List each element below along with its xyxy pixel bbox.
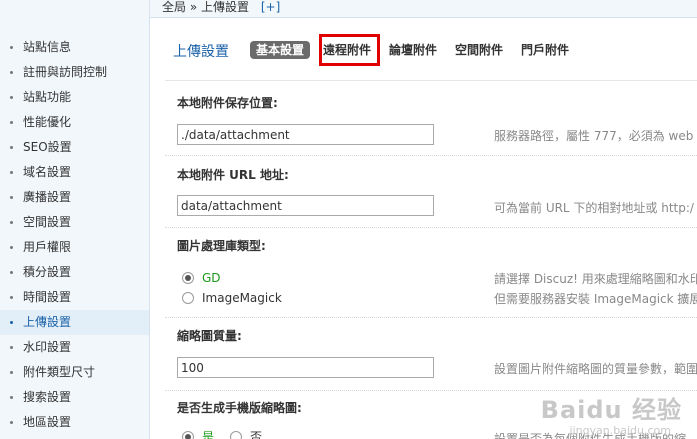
sidebar-item-label: 站點信息 [23,40,72,54]
sidebar-item[interactable]: 附件類型尺寸 [0,360,149,385]
sidebar-item-label: 上傳設置 [23,315,72,329]
breadcrumb-separator: » [189,0,198,14]
local-path-input[interactable] [177,124,434,145]
sidebar-item-label: 積分設置 [23,265,72,279]
sidebar-item[interactable]: 搜索設置 [0,385,149,410]
page-title: 上傳設置 [173,44,229,60]
sidebar-menu: 站點信息註冊與訪問控制 站點功能性能優化 SEO設置域名設置廣播設置空間設置用戶權限… [0,0,149,435]
image-lib-tip-2: 但需要服務器安裝 ImageMagick 擴展 [494,292,697,306]
radio-no-label: 否 [250,430,263,439]
sidebar-item-label: 空間設置 [23,215,72,229]
local-url-label: 本地附件 URL 地址: [177,168,289,182]
sidebar-item-label: 用戶權限 [23,240,72,254]
sidebar-item[interactable]: 空間設置 [0,210,149,235]
local-url-tip: 可為當前 URL 下的相對地址或 http:/ [494,201,694,215]
highlight-box [319,34,380,66]
sidebar-item-label: SEO設置 [23,140,72,154]
image-lib-label: 圖片處理庫類型: [177,239,266,253]
sidebar-item-label: 水印設置 [23,340,72,354]
sidebar-item[interactable]: 積分設置 [0,260,149,285]
sidebar-item-label: 註冊與訪問控制 [23,65,108,79]
radio-gd[interactable]: GD [182,271,221,285]
local-url-input[interactable] [177,195,434,216]
bullet-icon [10,396,13,399]
local-path-label: 本地附件保存位置: [177,96,278,110]
thumb-quality-input[interactable] [177,357,434,378]
bullet-icon [10,371,13,374]
bullet-icon [10,346,13,349]
tab-portal-attachment[interactable]: 門戶附件 [521,41,569,59]
sidebar-item[interactable]: 註冊與訪問控制 [0,60,149,85]
bullet-icon [10,221,13,224]
radio-selected-icon[interactable] [182,272,194,284]
radio-gd-label: GD [202,271,221,285]
radio-no[interactable]: 否 [230,428,262,439]
bullet-icon [10,421,13,424]
bullet-icon [10,246,13,249]
baidu-watermark-logo: Baidu 经验 [540,396,682,424]
breadcrumb: 全局 » 上傳設置 [+] [162,0,280,15]
sidebar-item-label: 域名設置 [23,165,72,179]
bullet-icon [10,321,13,324]
row-divider [165,155,697,156]
radio-unselected-icon[interactable] [182,292,194,304]
radio-yes[interactable]: 是 [182,428,214,439]
bullet-icon [10,296,13,299]
thumb-quality-tip: 設置圖片附件縮略圖的質量參數，範圍 [494,362,697,376]
radio-imagemagick[interactable]: ImageMagick [182,291,282,305]
sidebar-item[interactable]: 域名設置 [0,160,149,185]
sidebar-item[interactable]: 用戶權限 [0,235,149,260]
breadcrumb-home[interactable]: 全局 [162,0,186,14]
sidebar-item-label: 地區設置 [23,415,72,429]
breadcrumb-bar: 全局 » 上傳設置 [+] [150,0,697,18]
sidebar-item-label: 時間設置 [23,290,72,304]
bullet-icon [10,121,13,124]
tab-basic-settings[interactable]: 基本設置 [250,41,311,59]
sidebar-item[interactable]: 廣播設置 [0,185,149,210]
image-lib-tip-1: 請選擇 Discuz! 用來處理縮略圖和水印 [494,272,697,286]
sidebar: 站點信息註冊與訪問控制 站點功能性能優化 SEO設置域名設置廣播設置空間設置用戶權限… [0,0,150,439]
bullet-icon [10,146,13,149]
thumb-quality-label: 縮略圖質量: [177,329,242,343]
sidebar-item-label: 性能優化 [23,115,72,129]
radio-unselected-icon[interactable] [230,431,242,439]
bullet-icon [10,196,13,199]
sidebar-item[interactable]: 站點功能 [0,85,149,110]
bullet-icon [10,46,13,49]
tab-space-attachment[interactable]: 空間附件 [455,41,503,59]
row-divider [165,227,697,228]
row-divider [165,317,697,318]
bullet-icon [10,271,13,274]
breadcrumb-current: 上傳設置 [201,0,250,14]
sidebar-item-label: 附件類型尺寸 [23,365,96,379]
header-divider [165,80,697,81]
baidu-watermark-url: jingyan.baidu.com [569,424,671,437]
mobile-thumb-label: 是否生成手機版縮略圖: [177,401,302,415]
sidebar-item-label: 站點功能 [23,90,72,104]
sidebar-item[interactable]: SEO設置 [0,135,149,160]
radio-yes-label: 是 [202,430,215,439]
sidebar-item[interactable]: 地區設置 [0,410,149,435]
bullet-icon [10,171,13,174]
sidebar-item[interactable]: 站點信息 [0,35,149,60]
sidebar-item[interactable]: 水印設置 [0,335,149,360]
sidebar-item[interactable]: 時間設置 [0,285,149,310]
radio-selected-icon[interactable] [182,431,194,439]
radio-imagemagick-label: ImageMagick [202,291,282,305]
sidebar-item-label: 搜索設置 [23,390,72,404]
bullet-icon [10,71,13,74]
tab-forum-attachment[interactable]: 論壇附件 [389,41,437,59]
sidebar-item[interactable]: 上傳設置 [0,310,149,335]
bullet-icon [10,96,13,99]
sidebar-item-label: 廣播設置 [23,190,72,204]
add-shortcut-button[interactable]: [+] [261,0,280,14]
local-path-tip: 服務器路徑，屬性 777，必須為 web [494,129,694,143]
sidebar-item[interactable]: 性能優化 [0,110,149,135]
